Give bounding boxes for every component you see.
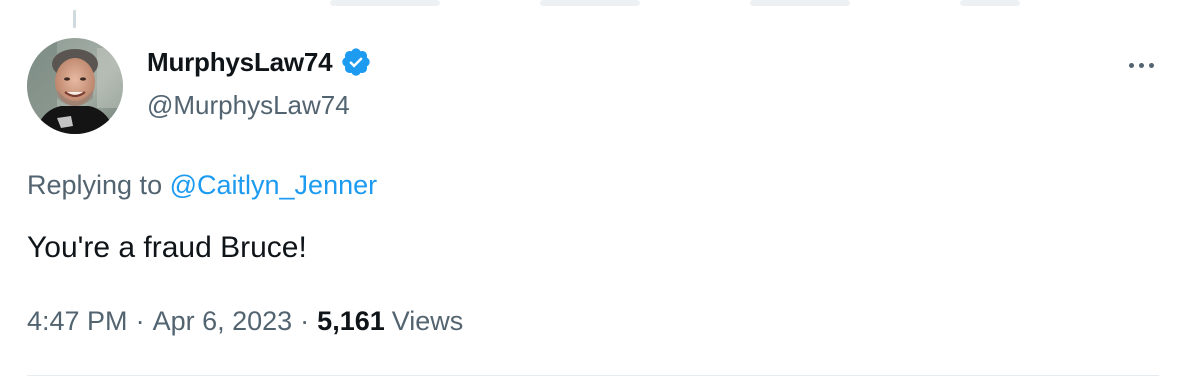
faded-action-bar bbox=[540, 0, 640, 6]
more-options-icon[interactable] bbox=[1124, 56, 1158, 74]
tweet-time[interactable]: 4:47 PM bbox=[27, 306, 128, 337]
meta-separator: · bbox=[300, 306, 310, 336]
faded-action-bar bbox=[750, 0, 850, 6]
avatar[interactable] bbox=[27, 38, 123, 134]
tweet: MurphysLaw74 @MurphysLaw74 Replying to @… bbox=[0, 0, 1197, 378]
author-row: MurphysLaw74 bbox=[147, 46, 372, 78]
divider bbox=[27, 375, 1159, 376]
avatar-photo bbox=[27, 38, 123, 134]
meta-separator: · bbox=[135, 306, 145, 336]
display-name[interactable]: MurphysLaw74 bbox=[147, 47, 333, 78]
tweet-date[interactable]: Apr 6, 2023 bbox=[153, 306, 293, 337]
tweet-metadata: 4:47 PM · Apr 6, 2023 · 5,161 Views bbox=[27, 306, 463, 337]
views-count[interactable]: 5,161 bbox=[317, 306, 385, 337]
reply-mention-link[interactable]: @Caitlyn_Jenner bbox=[170, 170, 378, 200]
user-handle[interactable]: @MurphysLaw74 bbox=[147, 90, 350, 121]
tweet-text: You're a fraud Bruce! bbox=[27, 231, 307, 264]
faded-action-bar bbox=[960, 0, 1020, 6]
faded-action-bar bbox=[330, 0, 440, 6]
replying-to: Replying to @Caitlyn_Jenner bbox=[27, 170, 377, 201]
views-label: Views bbox=[391, 306, 464, 336]
more-dot bbox=[1148, 62, 1154, 68]
thread-connector-line bbox=[73, 10, 76, 28]
verified-badge-icon[interactable] bbox=[340, 46, 372, 78]
replying-prefix: Replying to bbox=[27, 170, 170, 200]
more-dot bbox=[1138, 62, 1144, 68]
more-dot bbox=[1128, 62, 1134, 68]
